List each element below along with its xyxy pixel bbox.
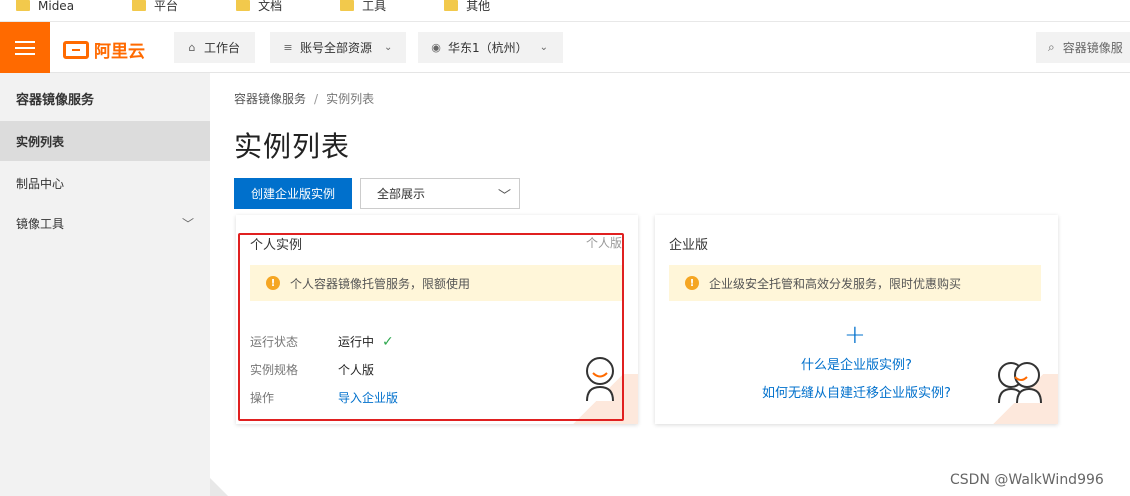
bookmark-docs[interactable]: 文档 [236,0,282,14]
highlight-annotation-box [238,233,624,421]
aliyun-logo[interactable]: 阿里云 [63,37,145,62]
page-title: 实例列表 [234,130,351,163]
enterprise-instance-card[interactable]: 企业版 ! 企业级安全托管和高效分发服务，限时优惠购买 + 什么是企业版实例? … [655,215,1058,424]
add-icon[interactable]: + [844,320,866,350]
chevron-down-icon: ⌄ [384,42,393,53]
bookmark-other[interactable]: 其他 [444,0,490,14]
sidebar-collapse-handle[interactable] [210,478,228,496]
breadcrumb-separator: / [314,92,319,106]
folder-icon [444,0,459,11]
workbench-button[interactable]: ⌂ 工作台 [174,32,255,63]
bookmarks-bar: Midea 平台 文档 工具 其他 [0,0,1130,22]
sidebar: 容器镜像服务 实例列表 制品中心 镜像工具 ﹀ [0,73,210,496]
menu-line-icon [15,52,35,55]
top-navigation: 阿里云 ⌂ 工作台 ≡ 账号全部资源 ⌄ ◉ 华东1（杭州） ⌄ ⌕ 容器镜像服 [0,22,1130,73]
chevron-down-icon: ⌄ [539,42,549,53]
display-filter-select[interactable]: 全部展示 ﹀ [360,178,520,209]
region-dropdown[interactable]: ◉ 华东1（杭州） ⌄ [418,32,563,63]
sidebar-title: 容器镜像服务 [16,93,95,108]
list-icon: ≡ [283,41,293,54]
card-title: 企业版 [669,238,709,253]
search-icon: ⌕ [1048,40,1055,54]
chevron-down-icon: ﹀ [497,189,511,204]
breadcrumb: 容器镜像服务 / 实例列表 [234,90,374,107]
menu-line-icon [15,40,35,43]
create-enterprise-instance-button[interactable]: 创建企业版实例 [234,178,352,209]
sidebar-item-image-tools[interactable]: 镜像工具 ﹀ [0,203,210,243]
bookmark-platform[interactable]: 平台 [132,0,178,14]
hamburger-menu-button[interactable] [0,22,50,73]
home-icon: ⌂ [188,41,196,54]
location-pin-icon: ◉ [431,41,441,54]
group-avatar-icon [998,362,1042,404]
folder-icon [340,0,355,11]
menu-line-icon [15,46,35,49]
notice-banner: ! 企业级安全托管和高效分发服务，限时优惠购买 [669,265,1041,301]
sidebar-item-instances[interactable]: 实例列表 [0,121,210,161]
bookmark-midea[interactable]: Midea [16,0,74,13]
folder-icon [236,0,251,11]
search-input[interactable]: ⌕ 容器镜像服 [1036,32,1130,63]
breadcrumb-root-link[interactable]: 容器镜像服务 [234,92,306,106]
sidebar-item-artifacts[interactable]: 制品中心 [0,163,210,203]
watermark: CSDN @WalkWind996 [950,472,1104,488]
aliyun-logo-icon [63,40,89,59]
warning-icon: ! [685,276,699,290]
breadcrumb-current: 实例列表 [326,92,375,106]
resources-dropdown[interactable]: ≡ 账号全部资源 ⌄ [270,32,406,63]
bookmark-tools[interactable]: 工具 [340,0,386,14]
folder-icon [132,0,147,11]
chevron-down-icon: ﹀ [181,216,194,231]
folder-icon [16,0,30,11]
